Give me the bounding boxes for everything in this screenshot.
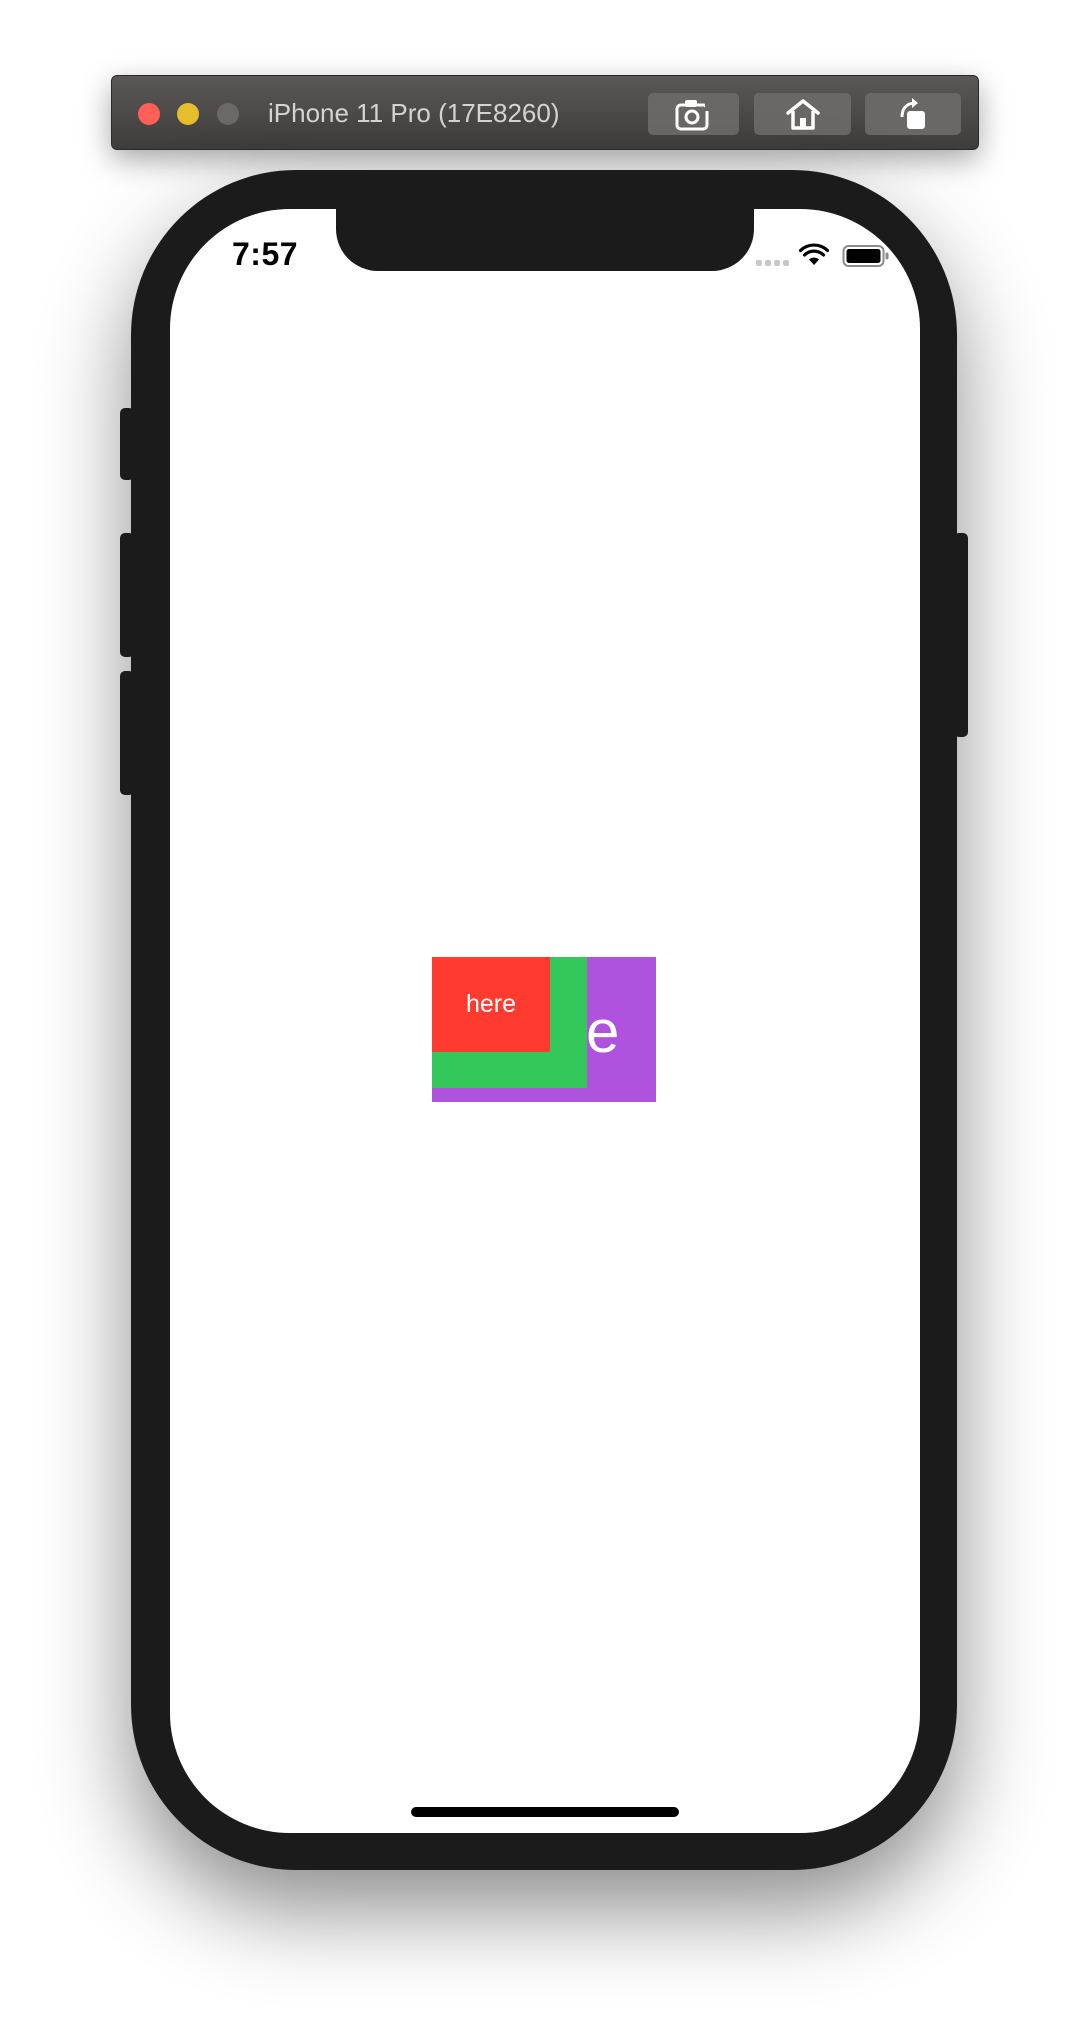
- device-notch: [336, 209, 754, 271]
- rotate-button[interactable]: [865, 93, 961, 135]
- battery-icon: [842, 245, 889, 267]
- rotate-icon: [900, 98, 925, 129]
- home-button[interactable]: [754, 93, 851, 135]
- window-minimize-button[interactable]: [177, 103, 199, 125]
- simulator-title: iPhone 11 Pro (17E8260): [268, 98, 560, 128]
- simulator-window: iPhone 11 Pro (17E8260) 7:57 here e: [0, 0, 1090, 2022]
- home-indicator[interactable]: [411, 1807, 679, 1817]
- cellular-signal-icon: [756, 260, 789, 266]
- purple-view-label: e: [586, 998, 620, 1065]
- screenshot-button[interactable]: [648, 93, 739, 135]
- home-icon: [785, 99, 820, 130]
- wifi-icon: [799, 243, 829, 265]
- red-view: here: [432, 957, 550, 1052]
- window-close-button[interactable]: [138, 103, 160, 125]
- status-time: 7:57: [232, 236, 299, 272]
- simulator-toolbar: iPhone 11 Pro (17E8260): [111, 75, 979, 150]
- window-zoom-button[interactable]: [217, 103, 239, 125]
- red-view-label: here: [465, 990, 517, 1018]
- camera-icon: [675, 99, 711, 131]
